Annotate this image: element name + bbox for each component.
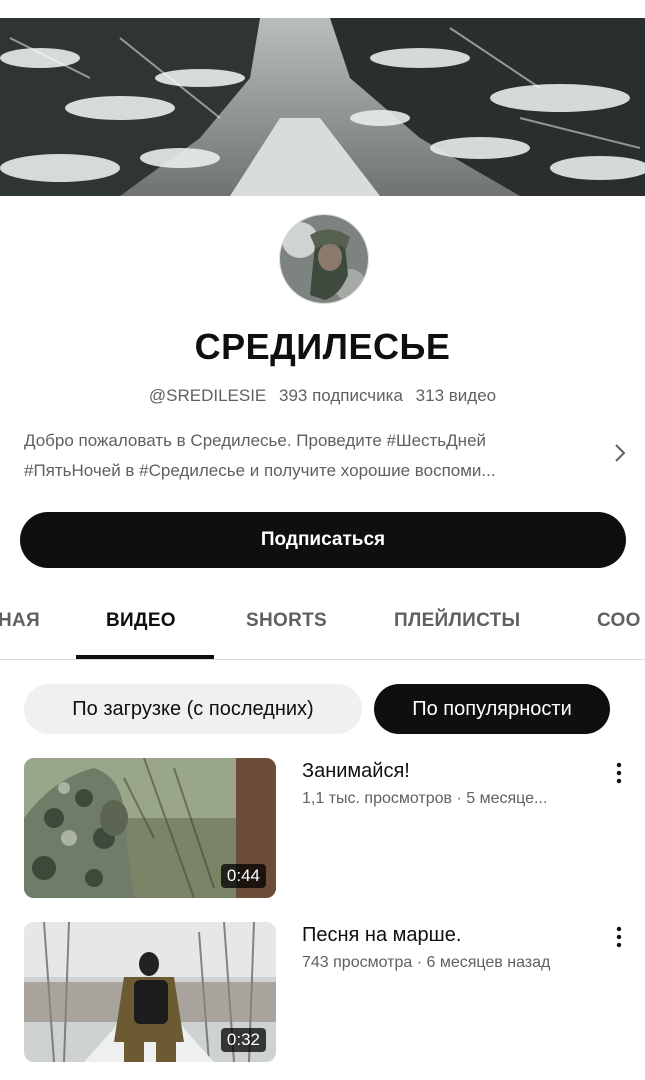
video-title[interactable]: Песня на марше. xyxy=(302,924,461,947)
channel-handle: @SREDILESIE xyxy=(148,386,267,405)
channel-name: СРЕДИЛЕСЬЕ xyxy=(194,326,451,367)
subscriber-count: 393 подписчика xyxy=(279,386,403,405)
channel-banner xyxy=(0,18,645,196)
video-thumbnail[interactable]: 0:32 xyxy=(24,922,276,1062)
video-item[interactable]: 0:44 Занимайся! 1,1 тыс. просмотров · 5 … xyxy=(24,758,624,900)
more-vert-icon[interactable] xyxy=(612,760,626,786)
description-line: Добро пожаловать в Средилесье. Проведите… xyxy=(24,431,487,450)
channel-avatar[interactable] xyxy=(279,214,369,304)
video-meta: 1,1 тыс. просмотров · 5 месяце... xyxy=(302,790,548,807)
video-meta: 743 просмотра · 6 месяцев назад xyxy=(302,954,551,971)
video-thumbnail[interactable]: 0:44 xyxy=(24,758,276,898)
video-count: 313 видео xyxy=(415,386,497,405)
video-item[interactable]: 0:32 Песня на марше. 743 просмотра · 6 м… xyxy=(24,922,624,1064)
more-vert-icon[interactable] xyxy=(612,924,626,950)
sort-popular-chip[interactable]: По популярности xyxy=(374,684,610,734)
tab-community[interactable]: СОО xyxy=(597,610,641,632)
tab-videos[interactable]: ВИДЕО xyxy=(106,610,176,632)
chevron-right-icon[interactable] xyxy=(610,442,630,464)
channel-tabs: НАЯ ВИДЕО SHORTS ПЛЕЙЛИСТЫ СОО xyxy=(0,590,645,660)
subscribe-button[interactable]: Подписаться xyxy=(20,512,626,568)
tab-home[interactable]: НАЯ xyxy=(0,610,40,632)
tab-shorts[interactable]: SHORTS xyxy=(246,610,327,632)
video-title[interactable]: Занимайся! xyxy=(302,760,410,783)
tab-playlists[interactable]: ПЛЕЙЛИСТЫ xyxy=(394,610,520,632)
description-line: #ПятьНочей в #Средилесье и получите хоро… xyxy=(24,461,496,480)
video-duration: 0:32 xyxy=(220,1028,266,1052)
channel-meta: @SREDILESIE 393 подписчика 313 видео xyxy=(0,386,645,406)
sort-latest-chip[interactable]: По загрузке (с последних) xyxy=(24,684,362,734)
video-duration: 0:44 xyxy=(220,864,266,888)
active-tab-indicator xyxy=(76,655,214,659)
channel-description[interactable]: Добро пожаловать в Средилесье. Проведите… xyxy=(24,426,599,486)
